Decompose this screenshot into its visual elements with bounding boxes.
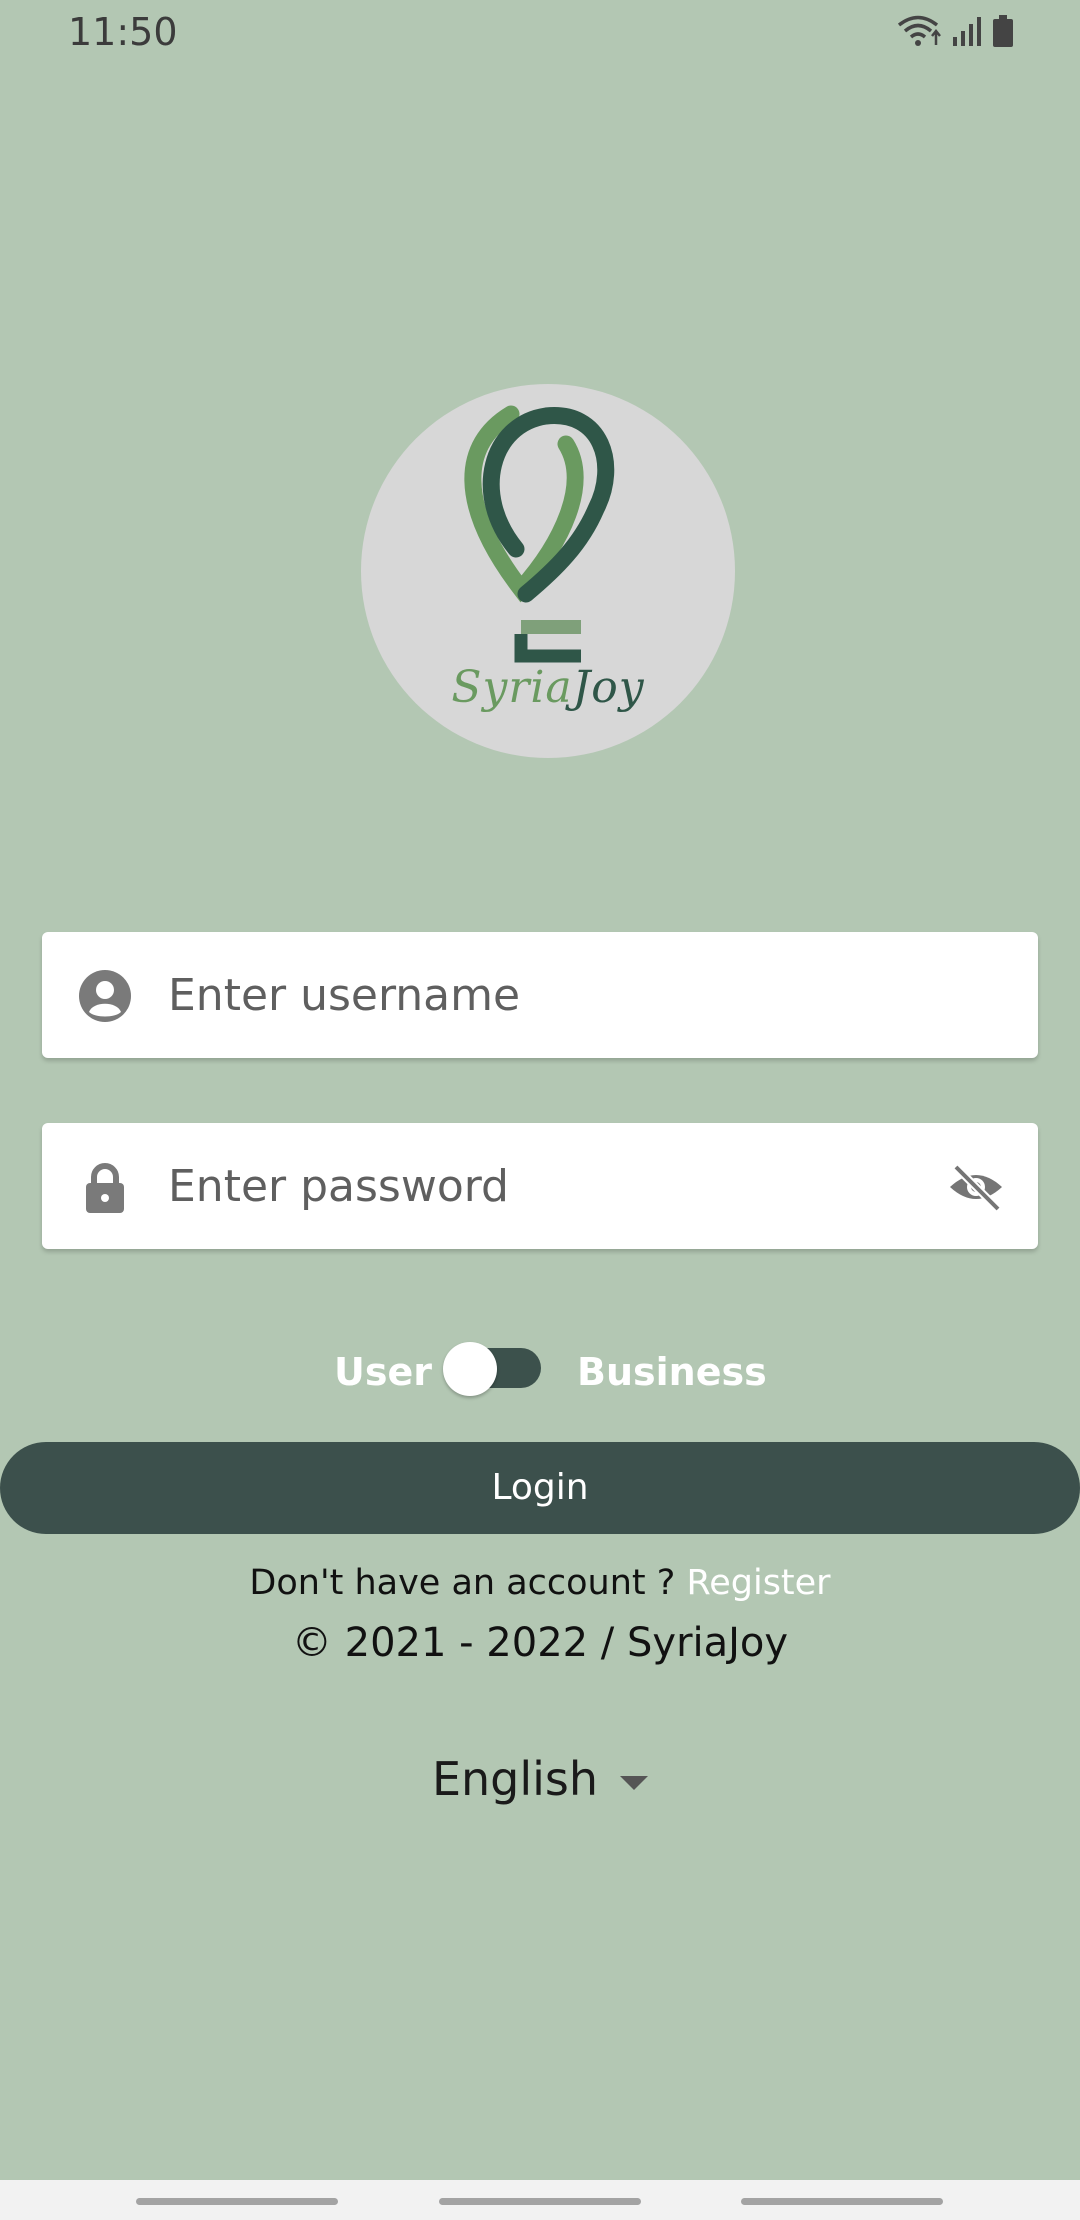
username-field[interactable] <box>42 932 1038 1058</box>
status-bar: 11:50 <box>0 0 1080 66</box>
status-time: 11:50 <box>68 10 178 54</box>
register-row: Don't have an account ? Register <box>0 1563 1080 1603</box>
app-logo: SyriaJoy <box>361 384 735 758</box>
system-nav-bar <box>0 2180 1080 2220</box>
logo-wordmark: SyriaJoy <box>451 662 645 713</box>
signal-icon <box>952 15 982 52</box>
copyright-text: © 2021 - 2022 / SyriaJoy <box>291 1620 789 1666</box>
nav-home-button[interactable] <box>439 2198 641 2205</box>
wifi-icon <box>896 14 942 53</box>
register-link[interactable]: Register <box>686 1563 830 1603</box>
toggle-thumb[interactable] <box>443 1342 497 1396</box>
language-selector[interactable]: English <box>0 1752 1080 1806</box>
nav-recents-button[interactable] <box>136 2198 338 2205</box>
dropdown-arrow-icon <box>620 1775 649 1790</box>
register-prompt: Don't have an account ? <box>249 1563 687 1603</box>
username-input[interactable] <box>168 932 948 1058</box>
login-button[interactable]: Login <box>0 1442 1080 1534</box>
user-label: User <box>334 1350 432 1394</box>
account-type-switch-row: User Business <box>0 1336 1080 1406</box>
eye-off-icon[interactable] <box>946 1157 1006 1217</box>
password-field[interactable] <box>42 1123 1038 1249</box>
business-label: Business <box>577 1350 767 1394</box>
nav-back-button[interactable] <box>741 2198 943 2205</box>
language-value: English <box>431 1752 599 1806</box>
account-circle-icon <box>78 969 132 1023</box>
password-input[interactable] <box>168 1123 948 1249</box>
status-icons <box>896 14 1014 53</box>
lock-icon <box>78 1160 132 1214</box>
battery-icon <box>992 14 1014 53</box>
